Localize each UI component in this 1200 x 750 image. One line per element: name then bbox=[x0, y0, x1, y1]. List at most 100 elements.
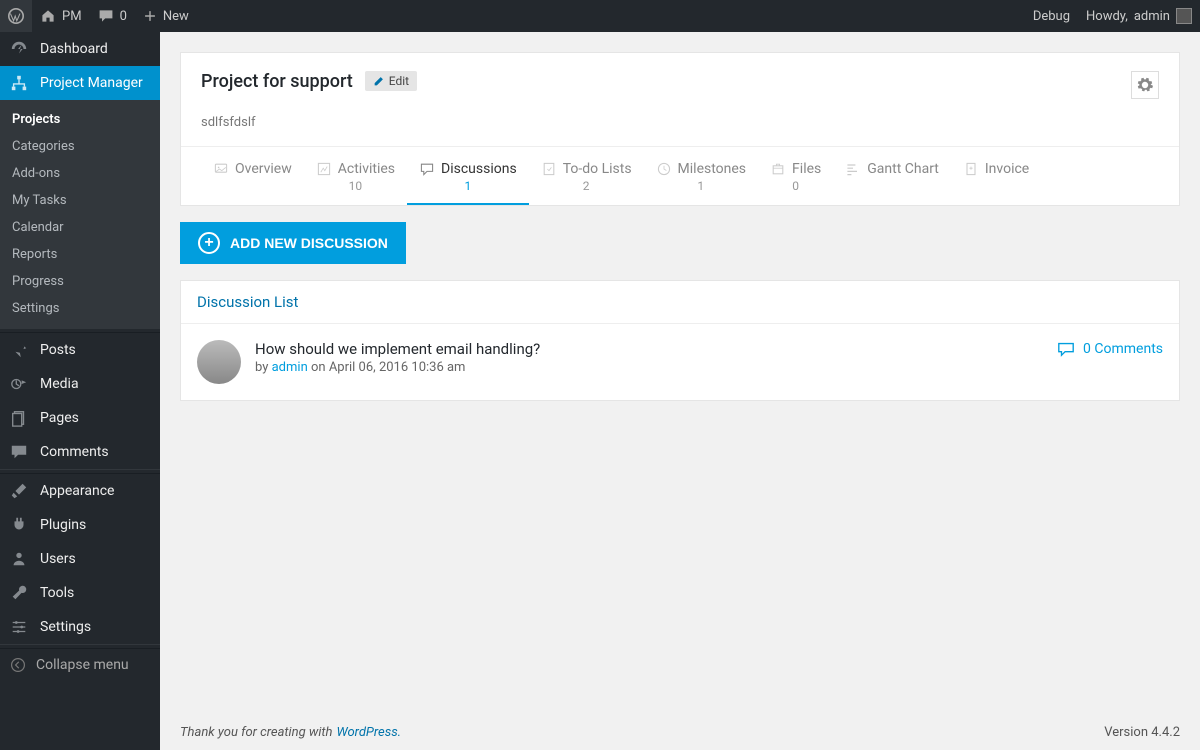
tab-icon bbox=[963, 161, 979, 177]
project-settings-button[interactable] bbox=[1131, 71, 1159, 99]
plus-circle-icon: + bbox=[198, 232, 220, 254]
menu-label: Settings bbox=[40, 619, 91, 635]
brush-icon bbox=[10, 482, 30, 500]
discussion-item[interactable]: How should we implement email handling? … bbox=[181, 324, 1179, 400]
project-tabs: Overview Activities 10 Discussions 1 To-do Li… bbox=[181, 146, 1179, 205]
tab-gantt-chart[interactable]: Gantt Chart bbox=[833, 147, 951, 205]
submenu-item-settings[interactable]: Settings bbox=[0, 295, 160, 322]
tab-overview[interactable]: Overview bbox=[201, 147, 304, 205]
tab-icon bbox=[656, 161, 672, 177]
media-icon bbox=[10, 375, 30, 393]
debug-menu[interactable]: Debug bbox=[1025, 0, 1078, 32]
menu-label: Posts bbox=[40, 342, 76, 358]
menu-settings[interactable]: Settings bbox=[0, 610, 160, 644]
gear-icon bbox=[1137, 77, 1153, 93]
comments-count: 0 Comments bbox=[1083, 341, 1163, 357]
account-menu[interactable]: Howdy, admin bbox=[1078, 0, 1200, 32]
dashboard-icon bbox=[10, 40, 30, 58]
menu-label: Project Manager bbox=[40, 75, 143, 91]
submenu-item-categories[interactable]: Categories bbox=[0, 133, 160, 160]
tab-label: Activities bbox=[338, 161, 395, 177]
tab-discussions[interactable]: Discussions 1 bbox=[407, 147, 529, 205]
debug-label: Debug bbox=[1033, 9, 1070, 24]
collapse-icon bbox=[10, 657, 26, 673]
menu-label: Media bbox=[40, 376, 79, 392]
tab-count: 1 bbox=[464, 179, 471, 193]
tab-files[interactable]: Files0 bbox=[758, 147, 833, 205]
submenu-item-my-tasks[interactable]: My Tasks bbox=[0, 187, 160, 214]
tab-icon bbox=[845, 161, 861, 177]
avatar bbox=[197, 340, 241, 384]
menu-posts[interactable]: Posts bbox=[0, 333, 160, 367]
menu-pages[interactable]: Pages bbox=[0, 401, 160, 435]
tab-activities[interactable]: Activities 10 bbox=[304, 147, 407, 205]
menu-label: Pages bbox=[40, 410, 79, 426]
new-menu[interactable]: New bbox=[135, 0, 197, 32]
tab-count: 2 bbox=[583, 179, 590, 193]
tab-icon bbox=[419, 161, 435, 177]
tab-label: Discussions bbox=[441, 161, 517, 177]
menu-comments[interactable]: Comments bbox=[0, 435, 160, 469]
tab-count: 1 bbox=[697, 179, 704, 193]
wordpress-link[interactable]: WordPress. bbox=[336, 725, 401, 740]
discussion-date: April 06, 2016 10:36 am bbox=[329, 360, 466, 375]
edit-project-button[interactable]: Edit bbox=[365, 71, 417, 91]
comments-menu[interactable]: 0 bbox=[90, 0, 135, 32]
tab-invoice[interactable]: Invoice bbox=[951, 147, 1041, 205]
site-label: PM bbox=[62, 9, 82, 24]
menu-label: Plugins bbox=[40, 517, 86, 533]
menu-label: Tools bbox=[40, 585, 74, 601]
menu-label: Comments bbox=[40, 444, 109, 460]
discussion-comments-link[interactable]: 0 Comments bbox=[1057, 340, 1163, 358]
tab-label: Gantt Chart bbox=[867, 161, 939, 177]
howdy-prefix: Howdy, bbox=[1086, 9, 1128, 24]
tab-label: Milestones bbox=[678, 161, 747, 177]
menu-project-manager[interactable]: Project Manager bbox=[0, 66, 160, 100]
version-label: Version 4.4.2 bbox=[1104, 725, 1180, 740]
pages-icon bbox=[10, 409, 30, 427]
new-label: New bbox=[163, 9, 189, 24]
home-icon bbox=[40, 8, 56, 24]
menu-dashboard[interactable]: Dashboard bbox=[0, 32, 160, 66]
submenu-item-calendar[interactable]: Calendar bbox=[0, 214, 160, 241]
collapse-label: Collapse menu bbox=[36, 657, 129, 673]
project-manager-submenu: ProjectsCategoriesAdd-onsMy TasksCalenda… bbox=[0, 100, 160, 328]
tab-label: Overview bbox=[235, 161, 292, 177]
menu-users[interactable]: Users bbox=[0, 542, 160, 576]
submenu-item-add-ons[interactable]: Add-ons bbox=[0, 160, 160, 187]
menu-plugins[interactable]: Plugins bbox=[0, 508, 160, 542]
wrench-icon bbox=[10, 584, 30, 602]
menu-appearance[interactable]: Appearance bbox=[0, 474, 160, 508]
admin-footer: Thank you for creating with WordPress. V… bbox=[180, 725, 1180, 740]
tab-label: To-do Lists bbox=[563, 161, 632, 177]
collapse-menu[interactable]: Collapse menu bbox=[0, 649, 160, 681]
tab-label: Files bbox=[792, 161, 821, 177]
wp-logo-menu[interactable] bbox=[0, 0, 32, 32]
wordpress-icon bbox=[8, 8, 24, 24]
comment-icon bbox=[10, 443, 30, 461]
user-icon bbox=[10, 550, 30, 568]
author-link[interactable]: admin bbox=[272, 360, 308, 375]
project-title: Project for support bbox=[201, 71, 353, 92]
menu-media[interactable]: Media bbox=[0, 367, 160, 401]
submenu-item-projects[interactable]: Projects bbox=[0, 106, 160, 133]
sliders-icon bbox=[10, 618, 30, 636]
site-menu[interactable]: PM bbox=[32, 0, 90, 32]
submenu-item-progress[interactable]: Progress bbox=[0, 268, 160, 295]
add-new-discussion-button[interactable]: + ADD NEW DISCUSSION bbox=[180, 222, 406, 264]
tab-milestones[interactable]: Milestones 1 bbox=[644, 147, 759, 205]
sitemap-icon bbox=[10, 74, 30, 92]
tab-icon bbox=[316, 161, 332, 177]
project-header-card: Project for support Edit sdlfsfdslf Over… bbox=[180, 52, 1180, 206]
tab-label: Invoice bbox=[985, 161, 1029, 177]
howdy-user: admin bbox=[1134, 9, 1170, 24]
discussion-title: How should we implement email handling? bbox=[255, 340, 540, 358]
comment-icon bbox=[1057, 340, 1075, 358]
tab-to-do-lists[interactable]: To-do Lists 2 bbox=[529, 147, 644, 205]
menu-tools[interactable]: Tools bbox=[0, 576, 160, 610]
avatar-icon bbox=[1176, 8, 1192, 24]
tab-count: 10 bbox=[349, 179, 363, 193]
add-button-label: ADD NEW DISCUSSION bbox=[230, 235, 388, 251]
footer-text: Thank you for creating with bbox=[180, 725, 332, 740]
submenu-item-reports[interactable]: Reports bbox=[0, 241, 160, 268]
